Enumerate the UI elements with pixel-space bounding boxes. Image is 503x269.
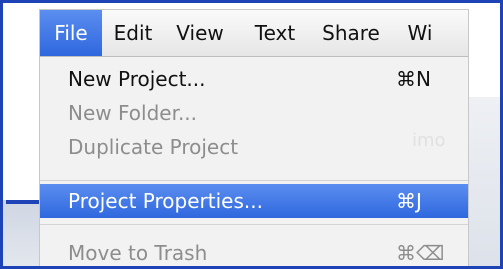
highlight-frame [0, 0, 503, 269]
